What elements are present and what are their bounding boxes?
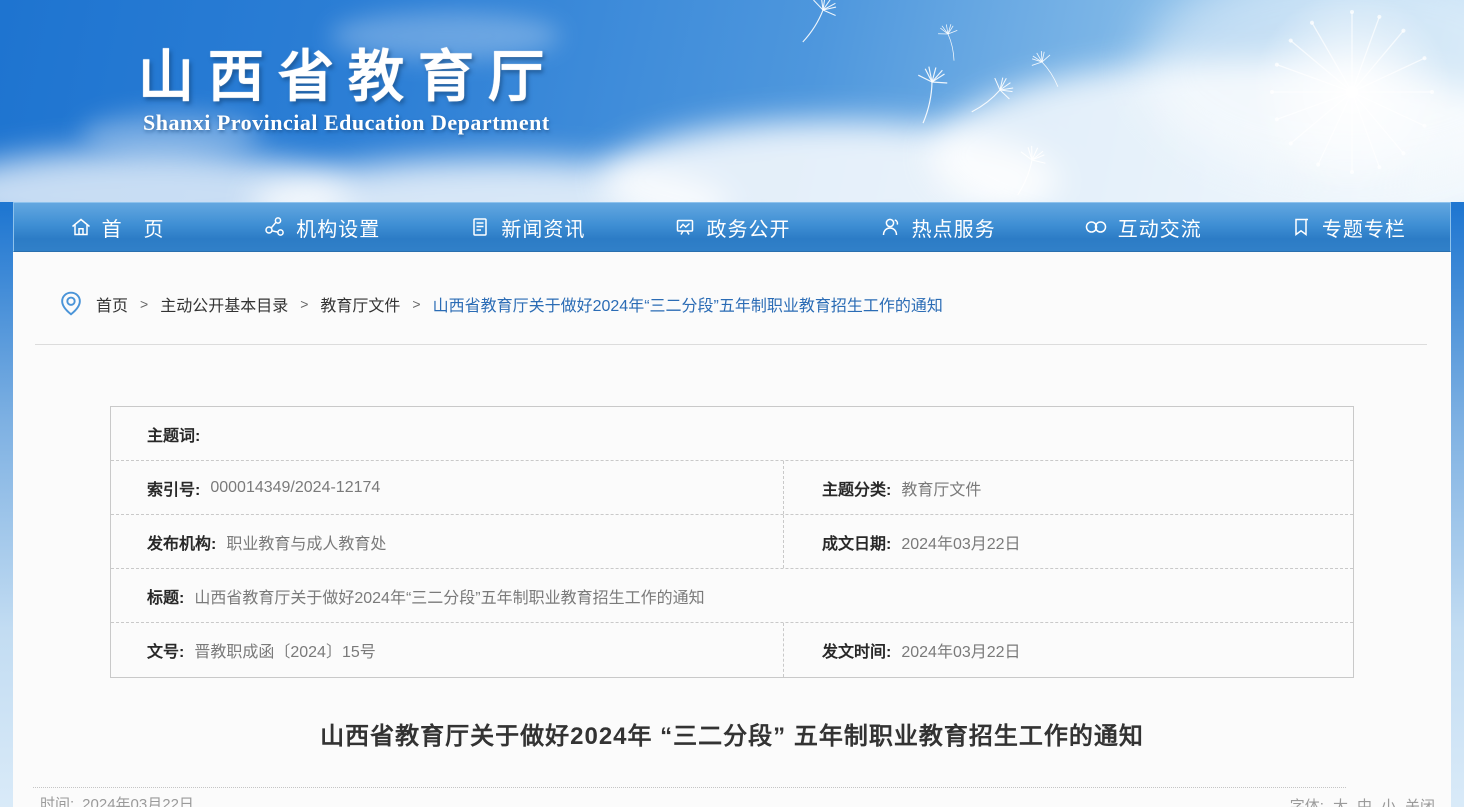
meta-value: 晋教职成函〔2024〕15号 <box>194 638 375 662</box>
breadcrumb: 首页 > 主动公开基本目录 > 教育厅文件 > 山西省教育厅关于做好2024年“… <box>58 290 943 318</box>
document-meta-table: 主题词: 索引号: 000014349/2024-12174 主题分类: 教育厅… <box>110 406 1354 678</box>
meta-field-subject-words: 主题词: <box>111 407 1353 460</box>
meta-label: 成文日期: <box>822 530 891 554</box>
meta-field-index-no: 索引号: 000014349/2024-12174 <box>111 461 783 514</box>
breadcrumb-divider <box>35 344 1427 345</box>
nav-item-news[interactable]: 新闻资讯 <box>424 203 629 251</box>
gov-open-icon <box>673 215 697 239</box>
meta-label: 文号: <box>147 638 184 662</box>
meta-value: 教育厅文件 <box>901 476 981 500</box>
nav-item-services[interactable]: 热点服务 <box>835 203 1040 251</box>
meta-field-issuing-agency: 发布机构: 职业教育与成人教育处 <box>111 515 783 568</box>
meta-field-doc-no: 文号: 晋教职成函〔2024〕15号 <box>111 623 783 677</box>
nav-label: 新闻资讯 <box>501 213 585 242</box>
meta-value: 山西省教育厅关于做好2024年“三二分段”五年制职业教育招生工作的通知 <box>194 584 704 608</box>
meta-label: 标题: <box>147 584 184 608</box>
nav-label: 政务公开 <box>706 213 790 242</box>
breadcrumb-separator: > <box>412 296 420 312</box>
meta-value: 2024年03月22日 <box>901 638 1020 662</box>
font-label: 字体: <box>1290 795 1324 807</box>
nav-label: 互动交流 <box>1118 213 1202 242</box>
nav-item-topics[interactable]: 专题专栏 <box>1245 203 1450 251</box>
meta-label: 主题词: <box>147 422 200 446</box>
meta-row-title: 标题: 山西省教育厅关于做好2024年“三二分段”五年制职业教育招生工作的通知 <box>111 569 1353 623</box>
meta-value: 职业教育与成人教育处 <box>226 530 386 554</box>
time-label: 时间: <box>40 793 74 807</box>
location-pin-icon <box>58 290 84 318</box>
breadcrumb-directory-link[interactable]: 主动公开基本目录 <box>160 292 288 316</box>
meta-field-written-date: 成文日期: 2024年03月22日 <box>783 515 1353 568</box>
org-structure-icon <box>263 215 287 239</box>
home-icon <box>69 215 93 239</box>
meta-field-topic-category: 主题分类: 教育厅文件 <box>783 461 1353 514</box>
nav-item-org-structure[interactable]: 机构设置 <box>219 203 424 251</box>
meta-row-docno-time: 文号: 晋教职成函〔2024〕15号 发文时间: 2024年03月22日 <box>111 623 1353 677</box>
nav-label: 专题专栏 <box>1322 213 1406 242</box>
services-icon <box>879 215 903 239</box>
content-panel: 首页 > 主动公开基本目录 > 教育厅文件 > 山西省教育厅关于做好2024年“… <box>13 252 1451 807</box>
close-button[interactable]: 关闭 <box>1405 795 1435 807</box>
article-title: 山西省教育厅关于做好2024年 “三二分段” 五年制职业教育招生工作的通知 <box>13 716 1451 751</box>
time-value: 2024年03月22日 <box>82 793 194 807</box>
site-title: 山西省教育厅 <box>138 32 558 113</box>
nav-item-home[interactable]: 首 页 <box>14 203 219 251</box>
meta-label: 索引号: <box>147 476 200 500</box>
font-size-controls: 字体: 大 中 小 关闭 <box>1290 795 1435 807</box>
news-icon <box>468 215 492 239</box>
meta-field-publish-time: 发文时间: 2024年03月22日 <box>783 623 1353 677</box>
breadcrumb-home-link[interactable]: 首页 <box>96 292 128 316</box>
font-size-large-button[interactable]: 大 <box>1333 795 1348 807</box>
meta-label: 发布机构: <box>147 530 216 554</box>
breadcrumb-documents-link[interactable]: 教育厅文件 <box>320 292 400 316</box>
breadcrumb-separator: > <box>140 296 148 312</box>
main-navigation: 首 页 机构设置 新闻资讯 <box>13 202 1451 252</box>
topics-icon <box>1289 215 1313 239</box>
meta-value: 000014349/2024-12174 <box>210 479 380 497</box>
meta-row-index-category: 索引号: 000014349/2024-12174 主题分类: 教育厅文件 <box>111 461 1353 515</box>
font-size-small-button[interactable]: 小 <box>1381 795 1396 807</box>
meta-label: 主题分类: <box>822 476 891 500</box>
nav-label: 热点服务 <box>912 213 996 242</box>
meta-row-subject-words: 主题词: <box>111 407 1353 461</box>
font-size-medium-button[interactable]: 中 <box>1357 795 1372 807</box>
nav-item-interaction[interactable]: 互动交流 <box>1040 203 1245 251</box>
page: 山西省教育厅 Shanxi Provincial Education Depar… <box>0 0 1464 807</box>
footer-divider <box>33 787 1346 788</box>
breadcrumb-current-page[interactable]: 山西省教育厅关于做好2024年“三二分段”五年制职业教育招生工作的通知 <box>433 292 943 316</box>
publish-time-row: 时间: 2024年03月22日 <box>40 793 194 807</box>
meta-value: 2024年03月22日 <box>901 530 1020 554</box>
nav-label: 首 页 <box>102 213 165 242</box>
site-header-banner: 山西省教育厅 Shanxi Provincial Education Depar… <box>0 0 1464 202</box>
interaction-icon <box>1083 215 1109 239</box>
breadcrumb-separator: > <box>300 296 308 312</box>
meta-field-doc-title: 标题: 山西省教育厅关于做好2024年“三二分段”五年制职业教育招生工作的通知 <box>111 569 1353 622</box>
nav-label: 机构设置 <box>296 213 380 242</box>
meta-row-agency-date: 发布机构: 职业教育与成人教育处 成文日期: 2024年03月22日 <box>111 515 1353 569</box>
meta-label: 发文时间: <box>822 638 891 662</box>
site-subtitle: Shanxi Provincial Education Department <box>143 110 550 136</box>
nav-item-gov-open[interactable]: 政务公开 <box>629 203 834 251</box>
